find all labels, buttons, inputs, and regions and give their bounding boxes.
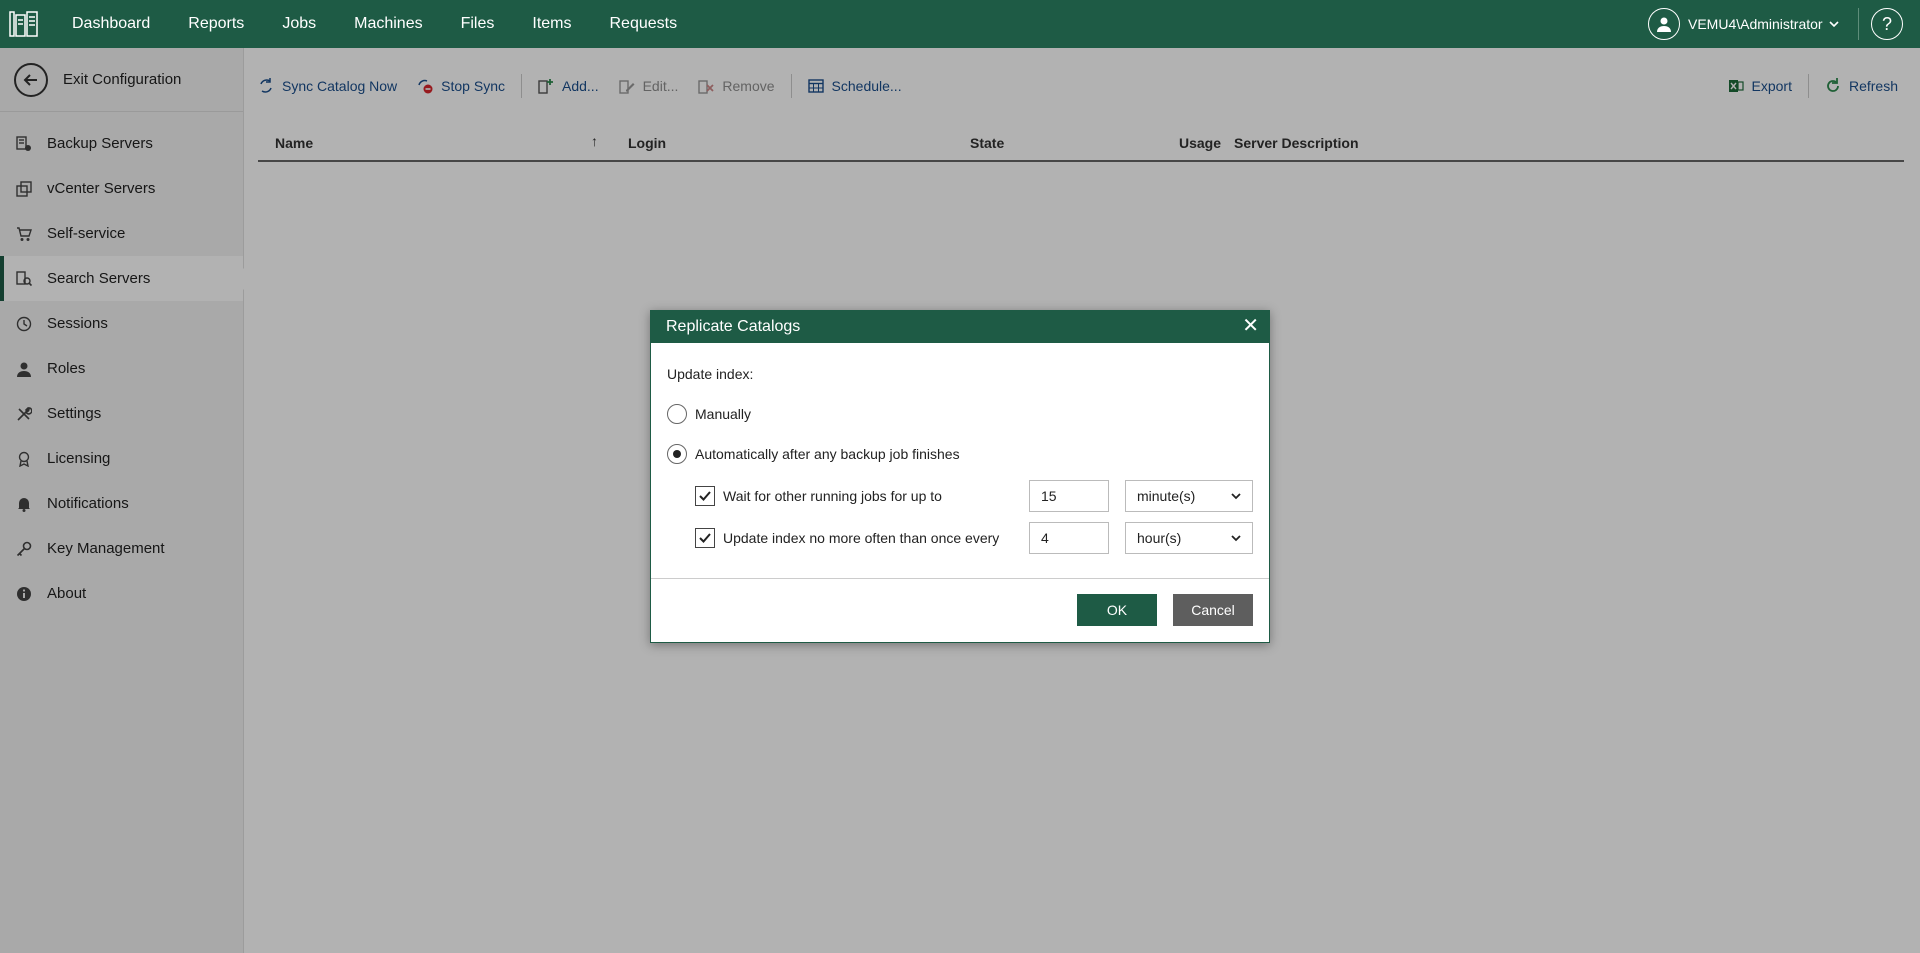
nav-machines[interactable]: Machines [354,15,422,33]
automatically-label[interactable]: Automatically after any backup job finis… [695,446,960,462]
top-bar: Dashboard Reports Jobs Machines Files It… [0,0,1920,48]
manually-radio[interactable] [667,404,687,424]
update-limit-unit-select[interactable]: hour(s) [1125,522,1253,554]
replicate-catalogs-dialog: Replicate Catalogs ✕ Update index: Manua… [650,310,1270,643]
cancel-button[interactable]: Cancel [1173,594,1253,626]
update-limit-unit-value: hour(s) [1137,530,1182,546]
nav-reports[interactable]: Reports [188,15,244,33]
wait-jobs-checkbox[interactable] [695,486,715,506]
update-limit-label[interactable]: Update index no more often than once eve… [723,530,999,546]
update-limit-checkbox[interactable] [695,528,715,548]
ok-button[interactable]: OK [1077,594,1157,626]
nav-requests[interactable]: Requests [610,15,678,33]
checkmark-icon [699,533,711,543]
automatically-radio[interactable] [667,444,687,464]
checkmark-icon [699,491,711,501]
help-button[interactable]: ? [1871,8,1903,40]
update-index-label: Update index: [667,366,754,382]
user-menu[interactable]: VEMU4\Administrator [1648,8,1839,40]
chevron-down-icon [1230,531,1242,547]
wait-jobs-label[interactable]: Wait for other running jobs for up to [723,488,942,504]
wait-unit-value: minute(s) [1137,488,1196,504]
user-avatar-icon [1648,8,1680,40]
chevron-down-icon [1230,489,1242,505]
user-name: VEMU4\Administrator [1688,16,1823,32]
nav-items[interactable]: Items [532,15,571,33]
dialog-body: Update index: Manually Automatically aft… [651,343,1269,579]
top-divider [1858,8,1859,40]
close-icon[interactable]: ✕ [1242,316,1259,336]
app-logo-icon[interactable] [0,0,48,48]
nav-jobs[interactable]: Jobs [282,15,316,33]
main-nav: Dashboard Reports Jobs Machines Files It… [56,0,699,48]
dialog-title: Replicate Catalogs [666,318,801,335]
chevron-down-icon [1829,16,1839,32]
nav-files[interactable]: Files [461,15,495,33]
dialog-title-bar: Replicate Catalogs ✕ [651,311,1269,343]
wait-minutes-input[interactable] [1029,480,1109,512]
manually-label[interactable]: Manually [695,406,751,422]
wait-unit-select[interactable]: minute(s) [1125,480,1253,512]
update-limit-input[interactable] [1029,522,1109,554]
nav-dashboard[interactable]: Dashboard [72,15,150,33]
